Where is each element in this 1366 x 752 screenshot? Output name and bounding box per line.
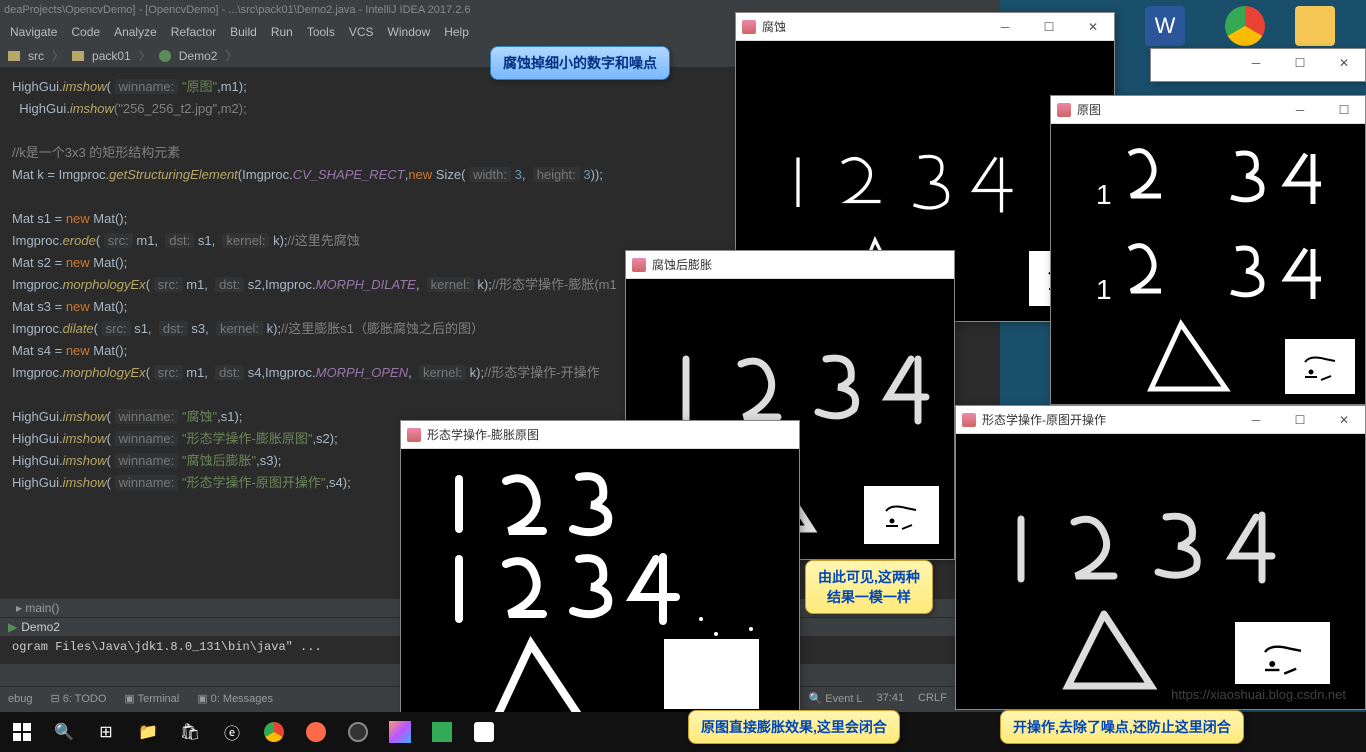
folder-icon [72,51,84,61]
window-original[interactable]: 原图 ─ ☐ 1 1 [1050,95,1366,405]
maximize-icon[interactable]: ☐ [1329,103,1359,117]
java-icon [632,258,646,272]
java-icon [962,413,976,427]
status-crlf[interactable]: CRLF [918,692,947,705]
desktop-word-icon[interactable]: W [1140,6,1190,48]
app-icon[interactable] [428,718,456,746]
explorer-icon[interactable]: 📁 [134,718,162,746]
window-title: 形态学操作-膨胀原图 [427,426,539,443]
class-icon [159,50,171,62]
minimize-icon[interactable]: ─ [990,20,1020,34]
status-pos: 37:41 [877,692,905,705]
window-dilate-original[interactable]: 形态学操作-膨胀原图 [400,420,800,735]
menu-navigate[interactable]: Navigate [4,23,63,41]
close-icon[interactable]: ✕ [1329,56,1359,70]
maximize-icon[interactable]: ☐ [1034,20,1064,34]
search-icon[interactable]: 🔍 [50,718,78,746]
taskview-icon[interactable]: ⊞ [92,718,120,746]
breadcrumb-src[interactable]: src [28,49,44,63]
java-icon [742,20,756,34]
status-messages[interactable]: ▣ 0: Messages [197,692,273,705]
close-icon[interactable]: ✕ [1078,20,1108,34]
taskbar-app-icon[interactable] [344,718,372,746]
folder-icon [8,51,20,61]
minimize-icon[interactable]: ─ [1241,56,1271,70]
minimize-icon[interactable]: ─ [1241,413,1271,427]
menu-analyze[interactable]: Analyze [108,23,163,41]
status-todo[interactable]: ⊟ 6: TODO [50,692,106,705]
menu-help[interactable]: Help [438,23,475,41]
status-eventlog[interactable]: 🔍 Event L [808,692,862,705]
maximize-icon[interactable]: ☐ [1285,413,1315,427]
watermark: https://xiaoshuai.blog.csdn.net [1171,687,1346,702]
callout-open-noise: 开操作,去除了噪点,还防止这里闭合 [1000,710,1244,744]
callout-erode: 腐蚀掉细小的数字和噪点 [490,46,670,80]
store-icon[interactable]: 🛍 [176,718,204,746]
status-terminal[interactable]: ▣ Terminal [124,692,179,705]
breadcrumb-cls[interactable]: Demo2 [179,49,218,63]
menu-code[interactable]: Code [65,23,106,41]
breadcrumb-pkg[interactable]: pack01 [92,49,131,63]
window-title: 腐蚀 [762,18,786,35]
window-title: 形态学操作-原图开操作 [982,411,1106,428]
window-title: 原图 [1077,101,1101,118]
close-icon[interactable]: ✕ [1329,413,1359,427]
desktop-chrome-icon[interactable] [1220,6,1270,48]
chrome-icon[interactable] [260,718,288,746]
window-open-operation[interactable]: 形态学操作-原图开操作 ─ ☐ ✕ [955,405,1366,710]
svg-text:1: 1 [1096,274,1112,305]
java-icon [407,428,421,442]
svg-text:1: 1 [1096,179,1112,210]
window-title: 腐蚀后膨胀 [652,256,712,273]
status-debug[interactable]: ebug [8,693,32,705]
edge-icon[interactable]: ⓔ [218,718,246,746]
menu-build[interactable]: Build [224,23,263,41]
window-blank[interactable]: ─ ☐ ✕ [1150,48,1366,82]
taskbar-app-icon[interactable] [302,718,330,746]
menu-vcs[interactable]: VCS [343,23,380,41]
java-icon [1057,103,1071,117]
java-app-icon[interactable] [470,718,498,746]
callout-dilate-close: 原图直接膨胀效果,这里会闭合 [688,710,900,744]
callout-same: 由此可见,这两种 结果一模一样 [805,560,933,614]
intellij-icon[interactable] [386,718,414,746]
menu-run[interactable]: Run [265,23,299,41]
minimize-icon[interactable]: ─ [1285,103,1315,117]
menu-tools[interactable]: Tools [301,23,341,41]
start-icon[interactable] [8,718,36,746]
menu-window[interactable]: Window [382,23,437,41]
menu-refactor[interactable]: Refactor [165,23,222,41]
maximize-icon[interactable]: ☐ [1285,56,1315,70]
